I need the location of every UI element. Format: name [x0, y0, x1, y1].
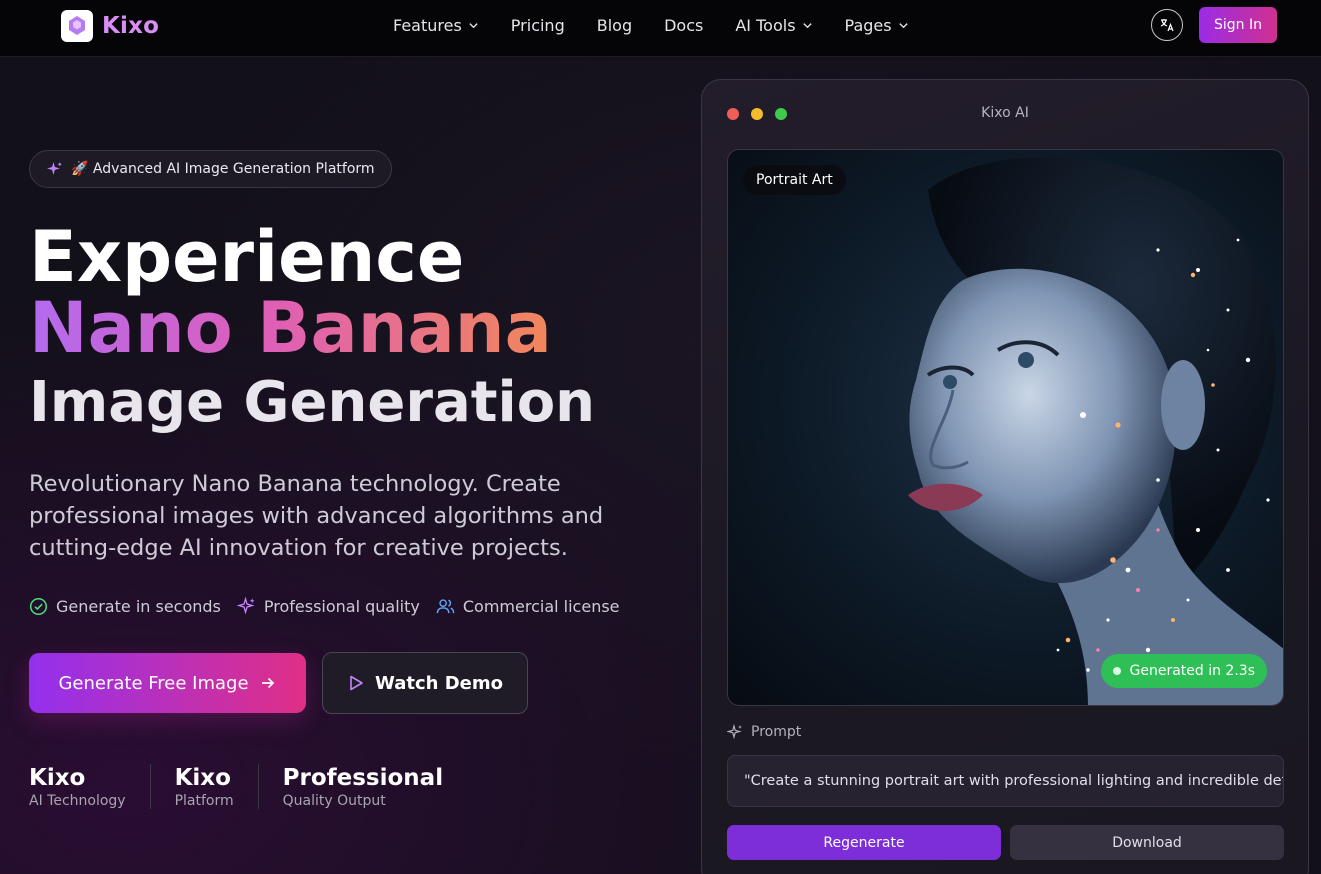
check-circle-icon: [29, 597, 48, 616]
stat-value: Professional: [282, 765, 444, 791]
status-dot-icon: [1112, 667, 1121, 675]
nav-features[interactable]: Features: [393, 14, 479, 36]
language-button[interactable]: [1151, 9, 1183, 41]
stat-item: Professional Quality Output: [257, 764, 467, 809]
hero-title-line3: Image Generation: [29, 370, 596, 435]
prompt-text-box: "Create a stunning portrait art with pro…: [727, 755, 1284, 807]
preview-card: Kixo AI Portrait Art Generated in 2.3s P…: [701, 79, 1309, 874]
nav-blog-label: Blog: [596, 15, 633, 35]
nav-pages-label: Pages: [844, 15, 892, 35]
nav-pricing[interactable]: Pricing: [511, 14, 565, 36]
generated-time-badge: Generated in 2.3s: [1100, 654, 1267, 688]
preview-window-title: Kixo AI: [981, 105, 1029, 121]
nav-links: Features Pricing Blog Docs AI Tools Page…: [393, 14, 941, 36]
logo-icon: [61, 10, 93, 42]
stat-value: Kixo: [29, 765, 86, 791]
stat-label: AI Technology: [29, 793, 126, 809]
users-icon: [436, 599, 455, 614]
download-button[interactable]: Download: [1010, 825, 1284, 860]
nav-pricing-label: Pricing: [510, 15, 565, 35]
generate-button-label: Generate Free Image: [58, 672, 249, 694]
hero-stats: Kixo AI Technology Kixo Platform Profess…: [29, 764, 467, 809]
nav-pages[interactable]: Pages: [845, 14, 909, 36]
generate-free-image-button[interactable]: Generate Free Image: [29, 653, 306, 713]
hero-subtitle: Revolutionary Nano Banana technology. Cr…: [29, 471, 604, 561]
chevron-down-icon: [802, 23, 812, 29]
regenerate-button[interactable]: Regenerate: [727, 825, 1001, 860]
prompt-label: Prompt: [727, 724, 801, 740]
feature-quality-label: Professional quality: [263, 597, 420, 616]
chevron-down-icon: [898, 23, 908, 29]
hero-title-line1: Experience: [29, 216, 465, 298]
feature-license: Commercial license: [436, 597, 620, 616]
top-navbar: Kixo Features Pricing Blog Docs AI Tools…: [0, 0, 1321, 57]
watch-demo-button[interactable]: Watch Demo: [322, 652, 528, 714]
prompt-label-text: Prompt: [751, 724, 802, 740]
sparkles-icon: [236, 597, 255, 615]
image-tag-badge: Portrait Art: [743, 165, 846, 195]
hero-badge-text: 🚀 Advanced AI Image Generation Platform: [71, 161, 375, 177]
brand-logo[interactable]: Kixo: [61, 10, 159, 42]
sign-in-button[interactable]: Sign In: [1199, 7, 1277, 43]
nav-features-label: Features: [393, 15, 462, 35]
stat-item: Kixo AI Technology: [29, 764, 150, 809]
feature-generate: Generate in seconds: [29, 597, 221, 616]
generated-time-label: Generated in 2.3s: [1129, 663, 1256, 679]
stat-label: Platform: [174, 793, 234, 809]
arrow-right-icon: [261, 677, 274, 689]
feature-quality: Professional quality: [236, 597, 420, 616]
sparkles-icon: [47, 161, 62, 175]
feature-generate-label: Generate in seconds: [56, 597, 221, 616]
hero-title-line2: Nano Banana: [29, 287, 552, 369]
sparkles-icon: [727, 724, 742, 740]
translate-icon: [1160, 19, 1174, 32]
watch-demo-label: Watch Demo: [375, 672, 503, 694]
feature-license-label: Commercial license: [462, 597, 620, 616]
brand-name: Kixo: [102, 13, 160, 39]
nav-ai-tools-label: AI Tools: [735, 15, 796, 35]
hero-features: Generate in seconds Professional quality…: [29, 597, 620, 616]
hero-badge: 🚀 Advanced AI Image Generation Platform: [29, 150, 392, 188]
stat-label: Quality Output: [282, 793, 386, 809]
nav-docs-label: Docs: [664, 15, 704, 35]
chevron-down-icon: [469, 23, 478, 29]
play-icon: [350, 675, 363, 691]
nav-blog[interactable]: Blog: [597, 14, 632, 36]
stat-value: Kixo: [174, 765, 231, 791]
generated-image[interactable]: Portrait Art Generated in 2.3s: [727, 149, 1284, 706]
stat-item: Kixo Platform: [149, 764, 258, 809]
portrait-illustration: [908, 157, 1283, 705]
nav-docs[interactable]: Docs: [664, 14, 703, 36]
nav-ai-tools[interactable]: AI Tools: [735, 14, 812, 36]
